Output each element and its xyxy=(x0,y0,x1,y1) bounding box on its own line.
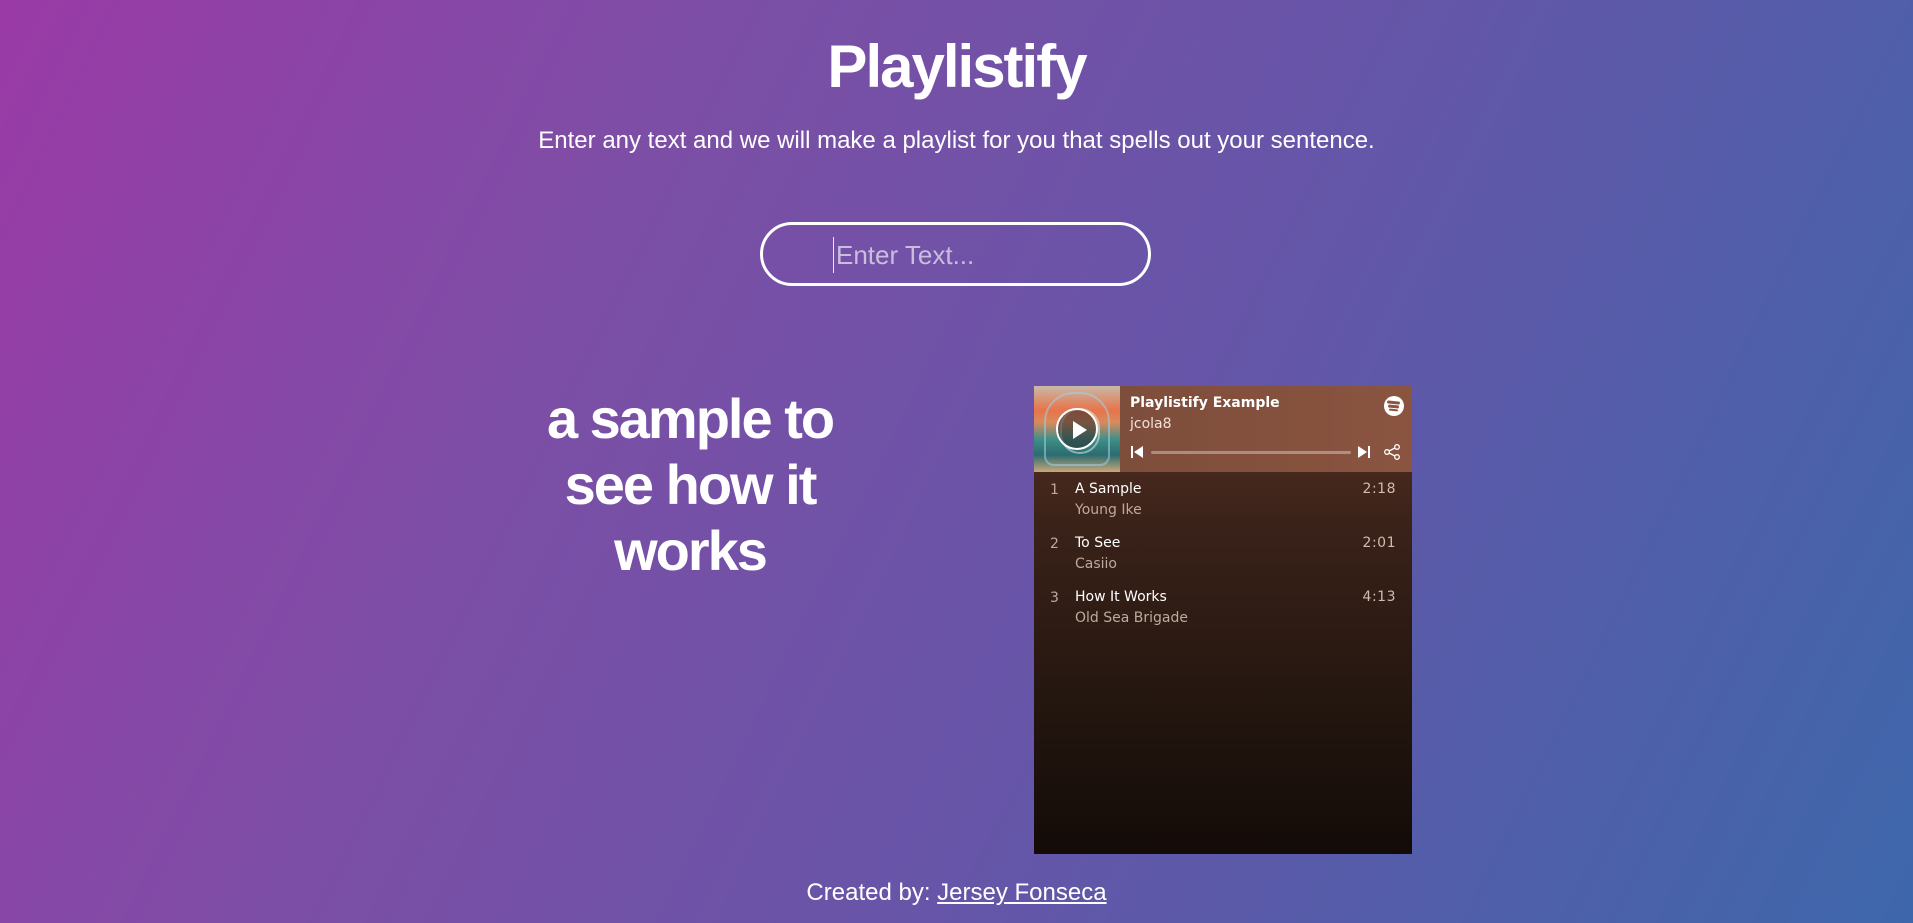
track-name: How It Works xyxy=(1075,589,1167,605)
track-name: To See xyxy=(1075,535,1121,551)
track-number: 1 xyxy=(1050,482,1059,498)
sentence-display: a sample to see how it works xyxy=(546,387,835,582)
player-header: Playlistify Example jcola8 xyxy=(1034,386,1412,472)
track-row[interactable]: 3 How It Works Old Sea Brigade 4:13 xyxy=(1034,580,1412,634)
footer-prefix: Created by: xyxy=(806,879,938,906)
next-track-icon[interactable] xyxy=(1358,446,1370,458)
spotify-icon[interactable] xyxy=(1384,396,1404,416)
track-duration: 2:18 xyxy=(1362,481,1396,497)
footer: Created by: Jersey Fonseca xyxy=(0,879,1913,907)
track-list: 1 A Sample Young Ike 2:18 2 To See Casii… xyxy=(1034,472,1412,634)
playlist-title[interactable]: Playlistify Example xyxy=(1130,395,1280,411)
text-input[interactable] xyxy=(833,237,1123,273)
share-icon[interactable] xyxy=(1383,444,1401,460)
track-artist: Old Sea Brigade xyxy=(1075,610,1188,626)
page-subtitle: Enter any text and we will make a playli… xyxy=(538,127,1375,154)
author-link[interactable]: Jersey Fonseca xyxy=(937,879,1106,906)
track-row[interactable]: 1 A Sample Young Ike 2:18 xyxy=(1034,472,1412,526)
spotify-embed-player: Playlistify Example jcola8 1 A Sample Yo… xyxy=(1034,386,1412,854)
previous-track-icon[interactable] xyxy=(1131,446,1143,458)
track-artist: Casiio xyxy=(1075,556,1117,572)
playlist-cover-art xyxy=(1034,386,1120,472)
track-duration: 2:01 xyxy=(1362,535,1396,551)
text-input-container xyxy=(760,222,1151,286)
progress-bar[interactable] xyxy=(1151,451,1351,454)
track-duration: 4:13 xyxy=(1362,589,1396,605)
page-title: Playlistify xyxy=(827,33,1087,100)
track-number: 3 xyxy=(1050,590,1059,606)
play-icon[interactable] xyxy=(1056,408,1098,450)
track-row[interactable]: 2 To See Casiio 2:01 xyxy=(1034,526,1412,580)
track-number: 2 xyxy=(1050,536,1059,552)
playlist-owner[interactable]: jcola8 xyxy=(1130,416,1172,432)
track-name: A Sample xyxy=(1075,481,1142,497)
track-artist: Young Ike xyxy=(1075,502,1142,518)
